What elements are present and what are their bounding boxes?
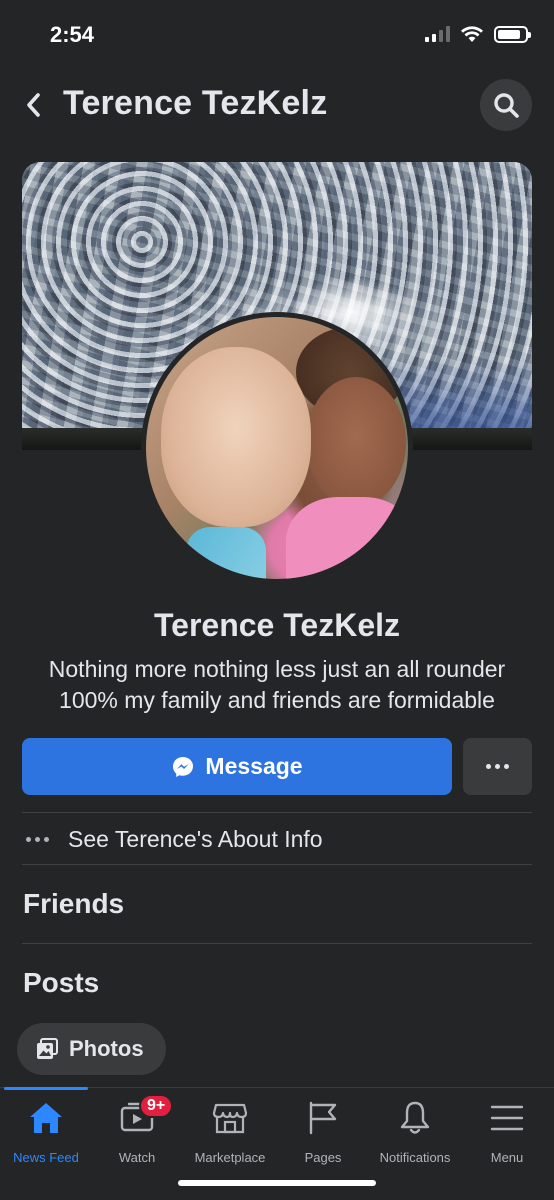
page-title: Terence TezKelz [63, 84, 328, 122]
photos-icon [37, 1038, 58, 1059]
battery-level [498, 29, 521, 39]
menu-icon [487, 1098, 527, 1138]
messenger-icon [173, 756, 194, 777]
nav-active-indicator [4, 1087, 88, 1090]
nav-item-marketplace[interactable]: Marketplace [184, 1098, 276, 1170]
more-horizontal-icon [22, 836, 68, 842]
divider [22, 812, 532, 813]
profile-name: Terence TezKelz [153, 607, 400, 643]
nav-label: Watch [118, 1150, 156, 1165]
nav-label: Menu [490, 1150, 524, 1165]
marketplace-icon [210, 1098, 250, 1138]
watch-icon: 9+ [117, 1094, 174, 1138]
about-info-link[interactable]: See Terence's About Info [22, 814, 532, 864]
bell-icon [395, 1098, 435, 1138]
message-button[interactable]: Message [22, 738, 452, 795]
posts-heading: Posts [23, 967, 100, 998]
pages-flag-icon [303, 1098, 343, 1138]
nav-label: Marketplace [194, 1150, 266, 1165]
photos-label: Photos [69, 1036, 144, 1061]
nav-label: Notifications [379, 1150, 451, 1165]
search-button[interactable] [480, 79, 532, 131]
nav-item-pages[interactable]: Pages [277, 1098, 369, 1170]
divider [22, 864, 532, 865]
profile-picture[interactable] [141, 312, 413, 584]
message-button-label: Message [205, 753, 303, 779]
cellular-signal-icon [425, 26, 450, 42]
avatar-detail [306, 377, 406, 507]
photos-filter-button[interactable]: Photos [17, 1023, 166, 1075]
more-options-button[interactable] [463, 738, 532, 795]
nav-label: Pages [304, 1150, 342, 1165]
nav-item-notifications[interactable]: Notifications [369, 1098, 461, 1170]
status-icons [425, 25, 531, 43]
avatar-detail [161, 347, 311, 527]
home-indicator[interactable] [178, 1180, 376, 1186]
avatar-detail [186, 527, 266, 579]
more-horizontal-icon [486, 764, 509, 769]
status-bar: 2:54 [0, 0, 554, 70]
back-button[interactable] [18, 88, 48, 122]
status-time: 2:54 [50, 22, 95, 47]
avatar-detail [286, 497, 408, 579]
battery-icon [494, 25, 531, 43]
search-icon [494, 93, 519, 118]
nav-item-news-feed[interactable]: News Feed [0, 1098, 92, 1170]
chevron-left-icon [27, 93, 40, 117]
friends-heading: Friends [23, 888, 125, 919]
nav-item-watch[interactable]: 9+ Watch [91, 1094, 183, 1170]
nav-item-menu[interactable]: Menu [461, 1098, 553, 1170]
profile-bio: Nothing more nothing less just an all ro… [48, 656, 506, 713]
watch-badge: 9+ [139, 1094, 174, 1118]
wifi-icon [461, 26, 483, 42]
nav-label: News Feed [13, 1150, 79, 1165]
about-info-label: See Terence's About Info [68, 825, 323, 852]
divider [22, 943, 532, 944]
header: Terence TezKelz [0, 76, 554, 134]
home-icon [26, 1098, 66, 1138]
